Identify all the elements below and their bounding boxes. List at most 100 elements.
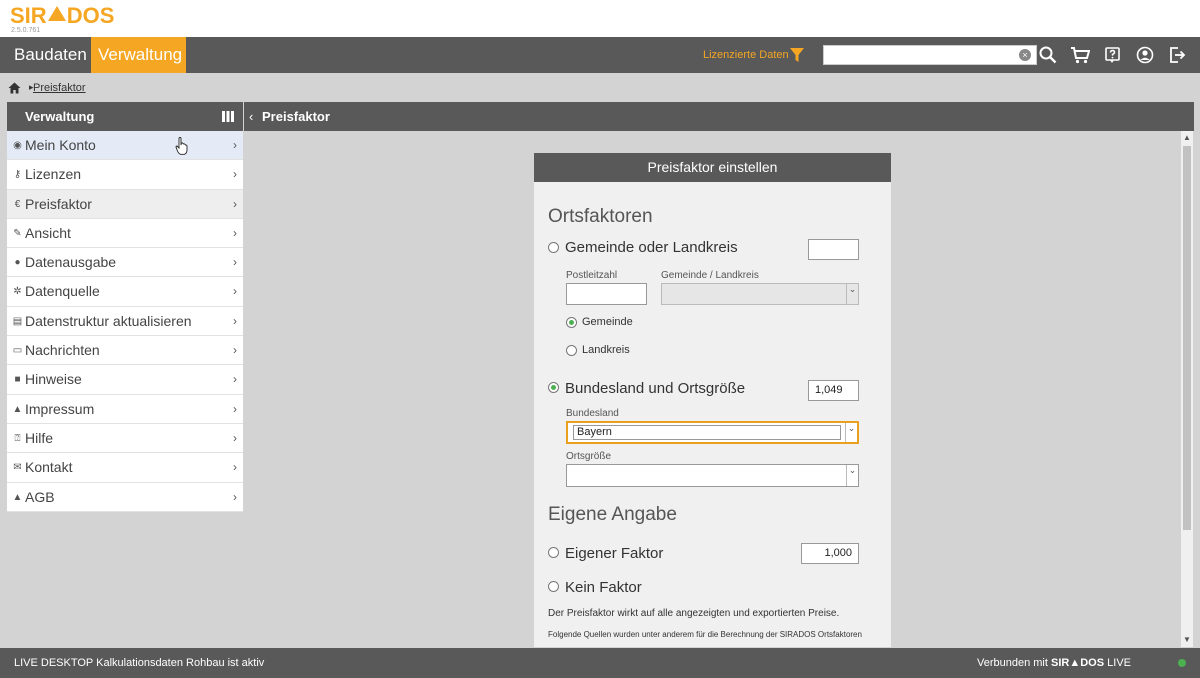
tab-baudaten[interactable]: Baudaten — [7, 37, 94, 73]
sidebar-item-datenausgabe[interactable]: ● Datenausgabe › — [7, 248, 243, 278]
back-chevron-icon[interactable]: ‹ — [249, 102, 253, 131]
bundesland-label: Bundesland — [566, 408, 619, 419]
sidebar-item-label: Datenausgabe — [25, 254, 117, 271]
content-header: ‹ Preisfaktor — [244, 102, 1194, 131]
help-icon: ⍰ — [14, 432, 21, 444]
sidebar-item-nachrichten[interactable]: ▭ Nachrichten › — [7, 336, 243, 366]
sidebar-item-datenquelle[interactable]: ✲ Datenquelle › — [7, 277, 243, 307]
logo-bar: SIR DOS 2.5.0.761 — [0, 0, 1200, 37]
gear-icon: ✲ — [13, 286, 22, 298]
chevron-right-icon: › — [233, 460, 237, 475]
home-icon[interactable] — [8, 82, 21, 94]
sidebar-item-lizenzen[interactable]: ⚷ Lizenzen › — [7, 160, 243, 190]
chevron-right-icon: › — [233, 255, 237, 270]
chevron-right-icon: › — [233, 372, 237, 387]
sidebar-item-label: Kontakt — [25, 459, 73, 476]
scroll-up-icon[interactable]: ▲ — [1181, 131, 1193, 145]
help-icon[interactable] — [1104, 46, 1122, 64]
quellen-note: Folgende Quellen wurden unter anderem fü… — [548, 630, 862, 639]
kein-faktor-label: Kein Faktor — [565, 579, 642, 596]
preisfaktor-panel: Preisfaktor einstellen Ortsfaktoren Geme… — [534, 153, 891, 647]
ortsgroesse-select[interactable]: ⌄ — [566, 464, 859, 487]
siraods-logo[interactable]: SIR DOS — [10, 4, 114, 28]
key-icon: ⚷ — [13, 169, 22, 181]
content-title: Preisfaktor — [262, 109, 330, 124]
gemeinde-radio[interactable] — [566, 317, 577, 328]
status-message: LIVE DESKTOP Kalkulationsdaten Rohbau is… — [14, 657, 265, 669]
sidebar-header: Verwaltung — [7, 102, 243, 131]
sidebar-item-hilfe[interactable]: ⍰ Hilfe › — [7, 424, 243, 454]
columns-icon[interactable] — [222, 111, 234, 122]
gemeinde-landkreis-select[interactable]: ⌄ — [661, 283, 859, 305]
bundesland-selected-value: Bayern — [573, 425, 841, 440]
landkreis-radio[interactable] — [566, 345, 577, 356]
logo-icon: ▲ — [12, 403, 23, 415]
tab-verwaltung[interactable]: Verwaltung — [91, 37, 186, 73]
connection-status: Verbunden mit SIR▲DOS LIVE — [977, 657, 1131, 669]
sidebar-title: Verwaltung — [25, 109, 95, 124]
sidebar-item-agb[interactable]: ▲ AGB › — [7, 483, 243, 512]
sidebar-item-datenstruktur[interactable]: ▤ Datenstruktur aktualisieren › — [7, 307, 243, 337]
sidebar-item-label: Datenquelle — [25, 283, 100, 300]
sidebar-item-hinweise[interactable]: ■ Hinweise › — [7, 365, 243, 395]
search-icon[interactable] — [1039, 46, 1057, 64]
sidebar-item-label: Ansicht — [25, 224, 71, 241]
sidebar-item-label: Hilfe — [25, 429, 54, 446]
chevron-down-icon: ⌄ — [846, 465, 858, 486]
sidebar-item-impressum[interactable]: ▲ Impressum › — [7, 395, 243, 424]
bundesland-factor-field: 1,049 — [808, 380, 859, 401]
gemeinde-radio-label: Gemeinde — [582, 316, 633, 328]
sidebar-menu: ◉ Mein Konto › ⚷ Lizenzen › € Preisfaktor › ✎ A… — [7, 131, 243, 512]
ortsfaktoren-heading: Ortsfaktoren — [548, 206, 653, 227]
bundesland-ortsgroesse-radio[interactable] — [548, 382, 559, 393]
filter-icon[interactable] — [789, 47, 805, 63]
news-icon: ▭ — [12, 345, 23, 357]
account-icon[interactable] — [1136, 46, 1154, 64]
status-bar: LIVE DESKTOP Kalkulationsdaten Rohbau is… — [0, 648, 1200, 678]
sidebar-item-label: Datenstruktur aktualisieren — [25, 312, 192, 329]
refresh-icon: ▤ — [12, 315, 23, 327]
chevron-right-icon: › — [233, 430, 237, 445]
hand-cursor-icon — [175, 137, 188, 155]
chevron-right-icon: › — [233, 138, 237, 152]
logout-icon[interactable] — [1168, 46, 1186, 64]
chevron-right-icon: › — [233, 225, 237, 240]
clear-search-icon[interactable]: × — [1019, 49, 1031, 61]
sidebar-item-label: AGB — [25, 488, 55, 505]
bundesland-ortsgroesse-label: Bundesland und Ortsgröße — [565, 380, 746, 397]
sidebar-item-preisfaktor[interactable]: € Preisfaktor › — [7, 189, 243, 219]
online-status-indicator — [1178, 659, 1186, 667]
sidebar-item-label: Nachrichten — [25, 342, 100, 359]
licensed-data-link[interactable]: Lizenzierte Daten — [703, 37, 789, 73]
scrollbar-thumb[interactable] — [1183, 146, 1191, 530]
sidebar-item-mein-konto[interactable]: ◉ Mein Konto › — [7, 131, 243, 161]
gemeinde-oder-landkreis-radio[interactable] — [548, 242, 559, 253]
siraods-brand: SIR▲DOS — [1051, 657, 1105, 669]
scroll-down-icon[interactable]: ▼ — [1181, 633, 1193, 647]
search-input[interactable] — [823, 45, 1037, 65]
eigener-faktor-radio[interactable] — [548, 547, 559, 558]
bundesland-select[interactable]: Bayern ⌄ — [566, 421, 859, 444]
user-icon: ◉ — [13, 140, 22, 151]
postleitzahl-input[interactable] — [566, 283, 647, 305]
version-label: 2.5.0.761 — [11, 27, 41, 34]
breadcrumb-item[interactable]: Preisfaktor — [33, 82, 86, 94]
chevron-right-icon: › — [233, 489, 237, 504]
eigener-faktor-label: Eigener Faktor — [565, 545, 664, 562]
gemeinde-oder-landkreis-label: Gemeinde oder Landkreis — [565, 239, 738, 256]
sidebar-item-label: Preisfaktor — [25, 195, 92, 212]
euro-icon: € — [14, 198, 21, 210]
chevron-right-icon: › — [233, 167, 237, 182]
cart-icon[interactable] — [1070, 46, 1090, 64]
chevron-right-icon: › — [233, 401, 237, 416]
sidebar-item-label: Mein Konto — [25, 137, 96, 153]
sidebar-item-kontakt[interactable]: ✉ Kontakt › — [7, 453, 243, 483]
chevron-right-icon: › — [233, 313, 237, 328]
postleitzahl-label: Postleitzahl — [566, 270, 618, 281]
eigener-faktor-input[interactable]: 1,000 — [801, 543, 859, 564]
logo-icon: ▲ — [12, 491, 23, 503]
kein-faktor-radio[interactable] — [548, 581, 559, 592]
sidebar-item-ansicht[interactable]: ✎ Ansicht › — [7, 219, 243, 249]
chevron-right-icon: › — [233, 284, 237, 299]
chevron-down-icon[interactable]: ⌄ — [845, 423, 857, 442]
